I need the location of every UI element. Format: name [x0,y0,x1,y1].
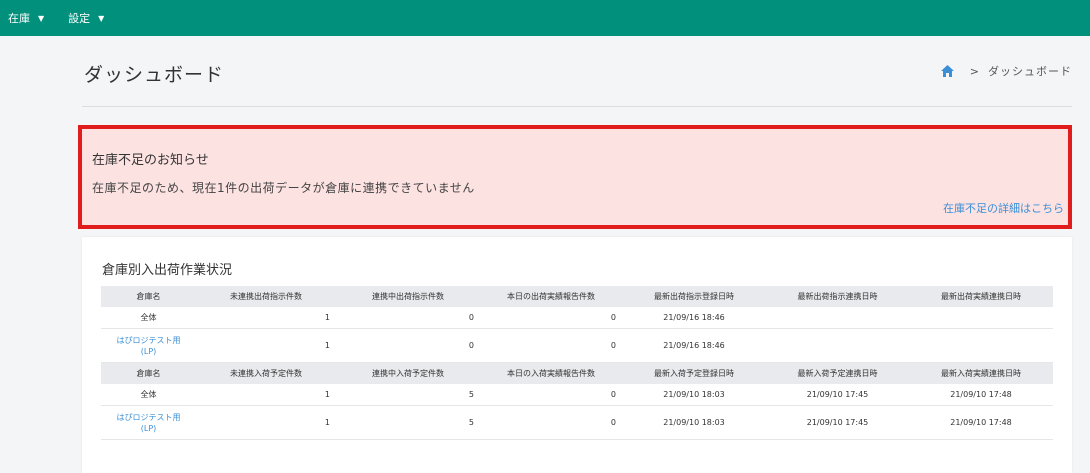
cell-value: 21/09/10 17:48 [909,384,1053,406]
cell-value: 21/09/16 18:46 [622,328,766,363]
cell-value: 5 [336,405,480,440]
cell-value: 21/09/10 17:45 [766,405,909,440]
caret-down-icon: ▼ [38,13,45,23]
column-header: 連携中入荷予定件数 [336,362,480,384]
table-row: はぴロジテスト用 (LP) 1 0 0 21/09/16 18:46 [101,328,1053,363]
column-header: 最新入荷予定登録日時 [622,362,766,384]
cell-value [766,307,909,329]
warehouse-link[interactable]: はぴロジテスト用 (LP) [101,328,196,363]
column-header: 倉庫名 [101,286,196,307]
warehouse-link[interactable]: はぴロジテスト用 (LP) [101,405,196,440]
alert-message: 在庫不足のため、現在1件の出荷データが倉庫に連携できていません [92,181,475,195]
cell-value [909,328,1053,363]
column-header: 未連携出荷指示件数 [196,286,336,307]
shortage-details-link[interactable]: 在庫不足の詳細はこちら [943,200,1064,216]
cell-value [909,307,1053,329]
page-title: ダッシュボード [84,64,225,86]
column-header: 本日の入荷実績報告件数 [480,362,622,384]
table-row: 全体 1 5 0 21/09/10 18:03 21/09/10 17:45 2… [101,384,1053,406]
main-content: ダッシュボード > ダッシュボード 在庫不足のお知らせ 在庫不足のため、現在1件… [78,36,1072,473]
menu-zaiko-label: 在庫 [8,12,30,25]
cell-value: 21/09/10 18:03 [622,384,766,406]
alert-title: 在庫不足のお知らせ [92,153,209,168]
breadcrumb-current: ダッシュボード [988,65,1072,78]
cell-value: 21/09/10 17:48 [909,405,1053,440]
shipping-header-row: 倉庫名 未連携出荷指示件数 連携中出荷指示件数 本日の出荷実績報告件数 最新出荷… [101,286,1053,307]
cell-value: 1 [196,384,336,406]
cell-value: 0 [336,328,480,363]
cell-value: 0 [336,307,480,329]
column-header: 最新入荷予定連携日時 [766,362,909,384]
table-row: 全体 1 0 0 21/09/16 18:46 [101,307,1053,329]
top-navbar: 在庫 ▼ 設定 ▼ [0,0,1090,36]
breadcrumb-separator: > [969,64,980,78]
column-header: 最新出荷指示連携日時 [766,286,909,307]
column-header: 倉庫名 [101,362,196,384]
header-divider [82,106,1072,107]
column-header: 最新出荷指示登録日時 [622,286,766,307]
menu-settei[interactable]: 設定 ▼ [56,0,116,36]
caret-down-icon: ▼ [98,13,105,23]
column-header: 本日の出荷実績報告件数 [480,286,622,307]
page-header: ダッシュボード > ダッシュボード [82,36,1072,106]
receiving-header-row: 倉庫名 未連携入荷予定件数 連携中入荷予定件数 本日の入荷実績報告件数 最新入荷… [101,362,1053,384]
column-header: 最新入荷実績連携日時 [909,362,1053,384]
warehouse-status-card: 倉庫別入出荷作業状況 倉庫名 未連携出荷指示件数 連携中出荷指示件数 本日の出荷… [82,237,1072,473]
cell-value: 1 [196,328,336,363]
column-header: 未連携入荷予定件数 [196,362,336,384]
stock-shortage-alert: 在庫不足のお知らせ 在庫不足のため、現在1件の出荷データが倉庫に連携できていませ… [78,125,1072,229]
cell-value: 21/09/10 17:45 [766,384,909,406]
menu-zaiko[interactable]: 在庫 ▼ [0,0,56,36]
home-icon[interactable] [940,65,954,77]
menu-settei-label: 設定 [68,12,91,25]
column-header: 連携中出荷指示件数 [336,286,480,307]
cell-value: 21/09/16 18:46 [622,307,766,329]
warehouse-name: 全体 [101,307,196,329]
warehouse-name: 全体 [101,384,196,406]
cell-value [766,328,909,363]
card-title: 倉庫別入出荷作業状況 [102,263,233,278]
cell-value: 1 [196,307,336,329]
cell-value: 0 [480,307,622,329]
cell-value: 0 [480,405,622,440]
warehouse-status-table: 倉庫名 未連携出荷指示件数 連携中出荷指示件数 本日の出荷実績報告件数 最新出荷… [101,286,1053,440]
cell-value: 21/09/10 18:03 [622,405,766,440]
cell-value: 0 [480,328,622,363]
column-header: 最新出荷実績連携日時 [909,286,1053,307]
breadcrumb: > ダッシュボード [940,63,1072,79]
cell-value: 1 [196,405,336,440]
cell-value: 5 [336,384,480,406]
cell-value: 0 [480,384,622,406]
table-row: はぴロジテスト用 (LP) 1 5 0 21/09/10 18:03 21/09… [101,405,1053,440]
